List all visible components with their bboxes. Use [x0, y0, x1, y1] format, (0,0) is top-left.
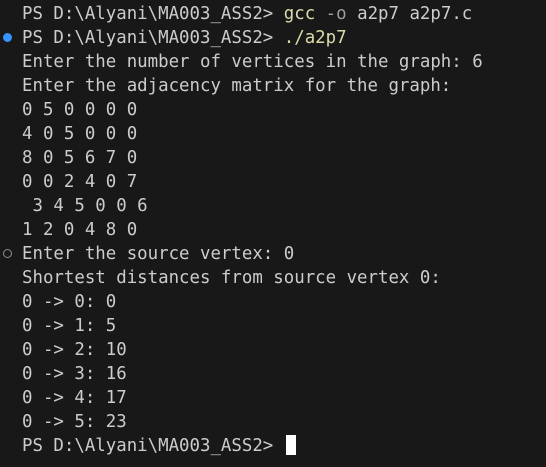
prompt: PS D:\Alyani\MA003_ASS2>: [22, 436, 284, 456]
terminal-panel[interactable]: PS D:\Alyani\MA003_ASS2> gcc -o a2p7 a2p…: [0, 0, 546, 467]
output-line: 0 -> 2: 10: [22, 340, 127, 360]
output-line: 3 4 5 0 0 6: [22, 196, 148, 216]
command-line-gcc: PS D:\Alyani\MA003_ASS2> gcc -o a2p7 a2p…: [22, 2, 472, 26]
prompt: PS D:\Alyani\MA003_ASS2>: [22, 28, 284, 48]
command-line-current[interactable]: PS D:\Alyani\MA003_ASS2>: [22, 434, 296, 458]
output-line: 0 -> 5: 23: [22, 412, 127, 432]
output-line: 0 0 2 4 0 7: [22, 172, 138, 192]
command-line-run: PS D:\Alyani\MA003_ASS2> ./a2p7: [22, 26, 347, 50]
text-cursor[interactable]: [285, 435, 296, 455]
output-line: 4 0 5 0 0 0: [22, 124, 138, 144]
output-line: 0 -> 4: 17: [22, 388, 127, 408]
output-line: 8 0 5 6 7 0: [22, 148, 138, 168]
command-args: a2p7 a2p7.c: [357, 4, 473, 24]
output-line: Shortest distances from source vertex 0:: [22, 268, 441, 288]
output-line: 0 -> 0: 0: [22, 292, 117, 312]
output-line: 1 2 0 4 8 0: [22, 220, 138, 240]
command-program: ./a2p7: [283, 28, 347, 48]
command-running-decoration-icon[interactable]: [3, 249, 12, 258]
output-line: 0 5 0 0 0 0: [22, 100, 138, 120]
command-success-decoration-icon[interactable]: [3, 33, 12, 42]
output-line: Enter the source vertex: 0: [22, 244, 295, 264]
output-line: 0 -> 1: 5: [22, 316, 117, 336]
command-program: gcc: [283, 4, 316, 24]
output-line: 0 -> 3: 16: [22, 364, 127, 384]
command-flag: -o: [325, 4, 347, 24]
output-line: Enter the number of vertices in the grap…: [22, 52, 483, 72]
prompt: PS D:\Alyani\MA003_ASS2>: [22, 4, 284, 24]
output-line: Enter the adjacency matrix for the graph…: [22, 76, 452, 96]
